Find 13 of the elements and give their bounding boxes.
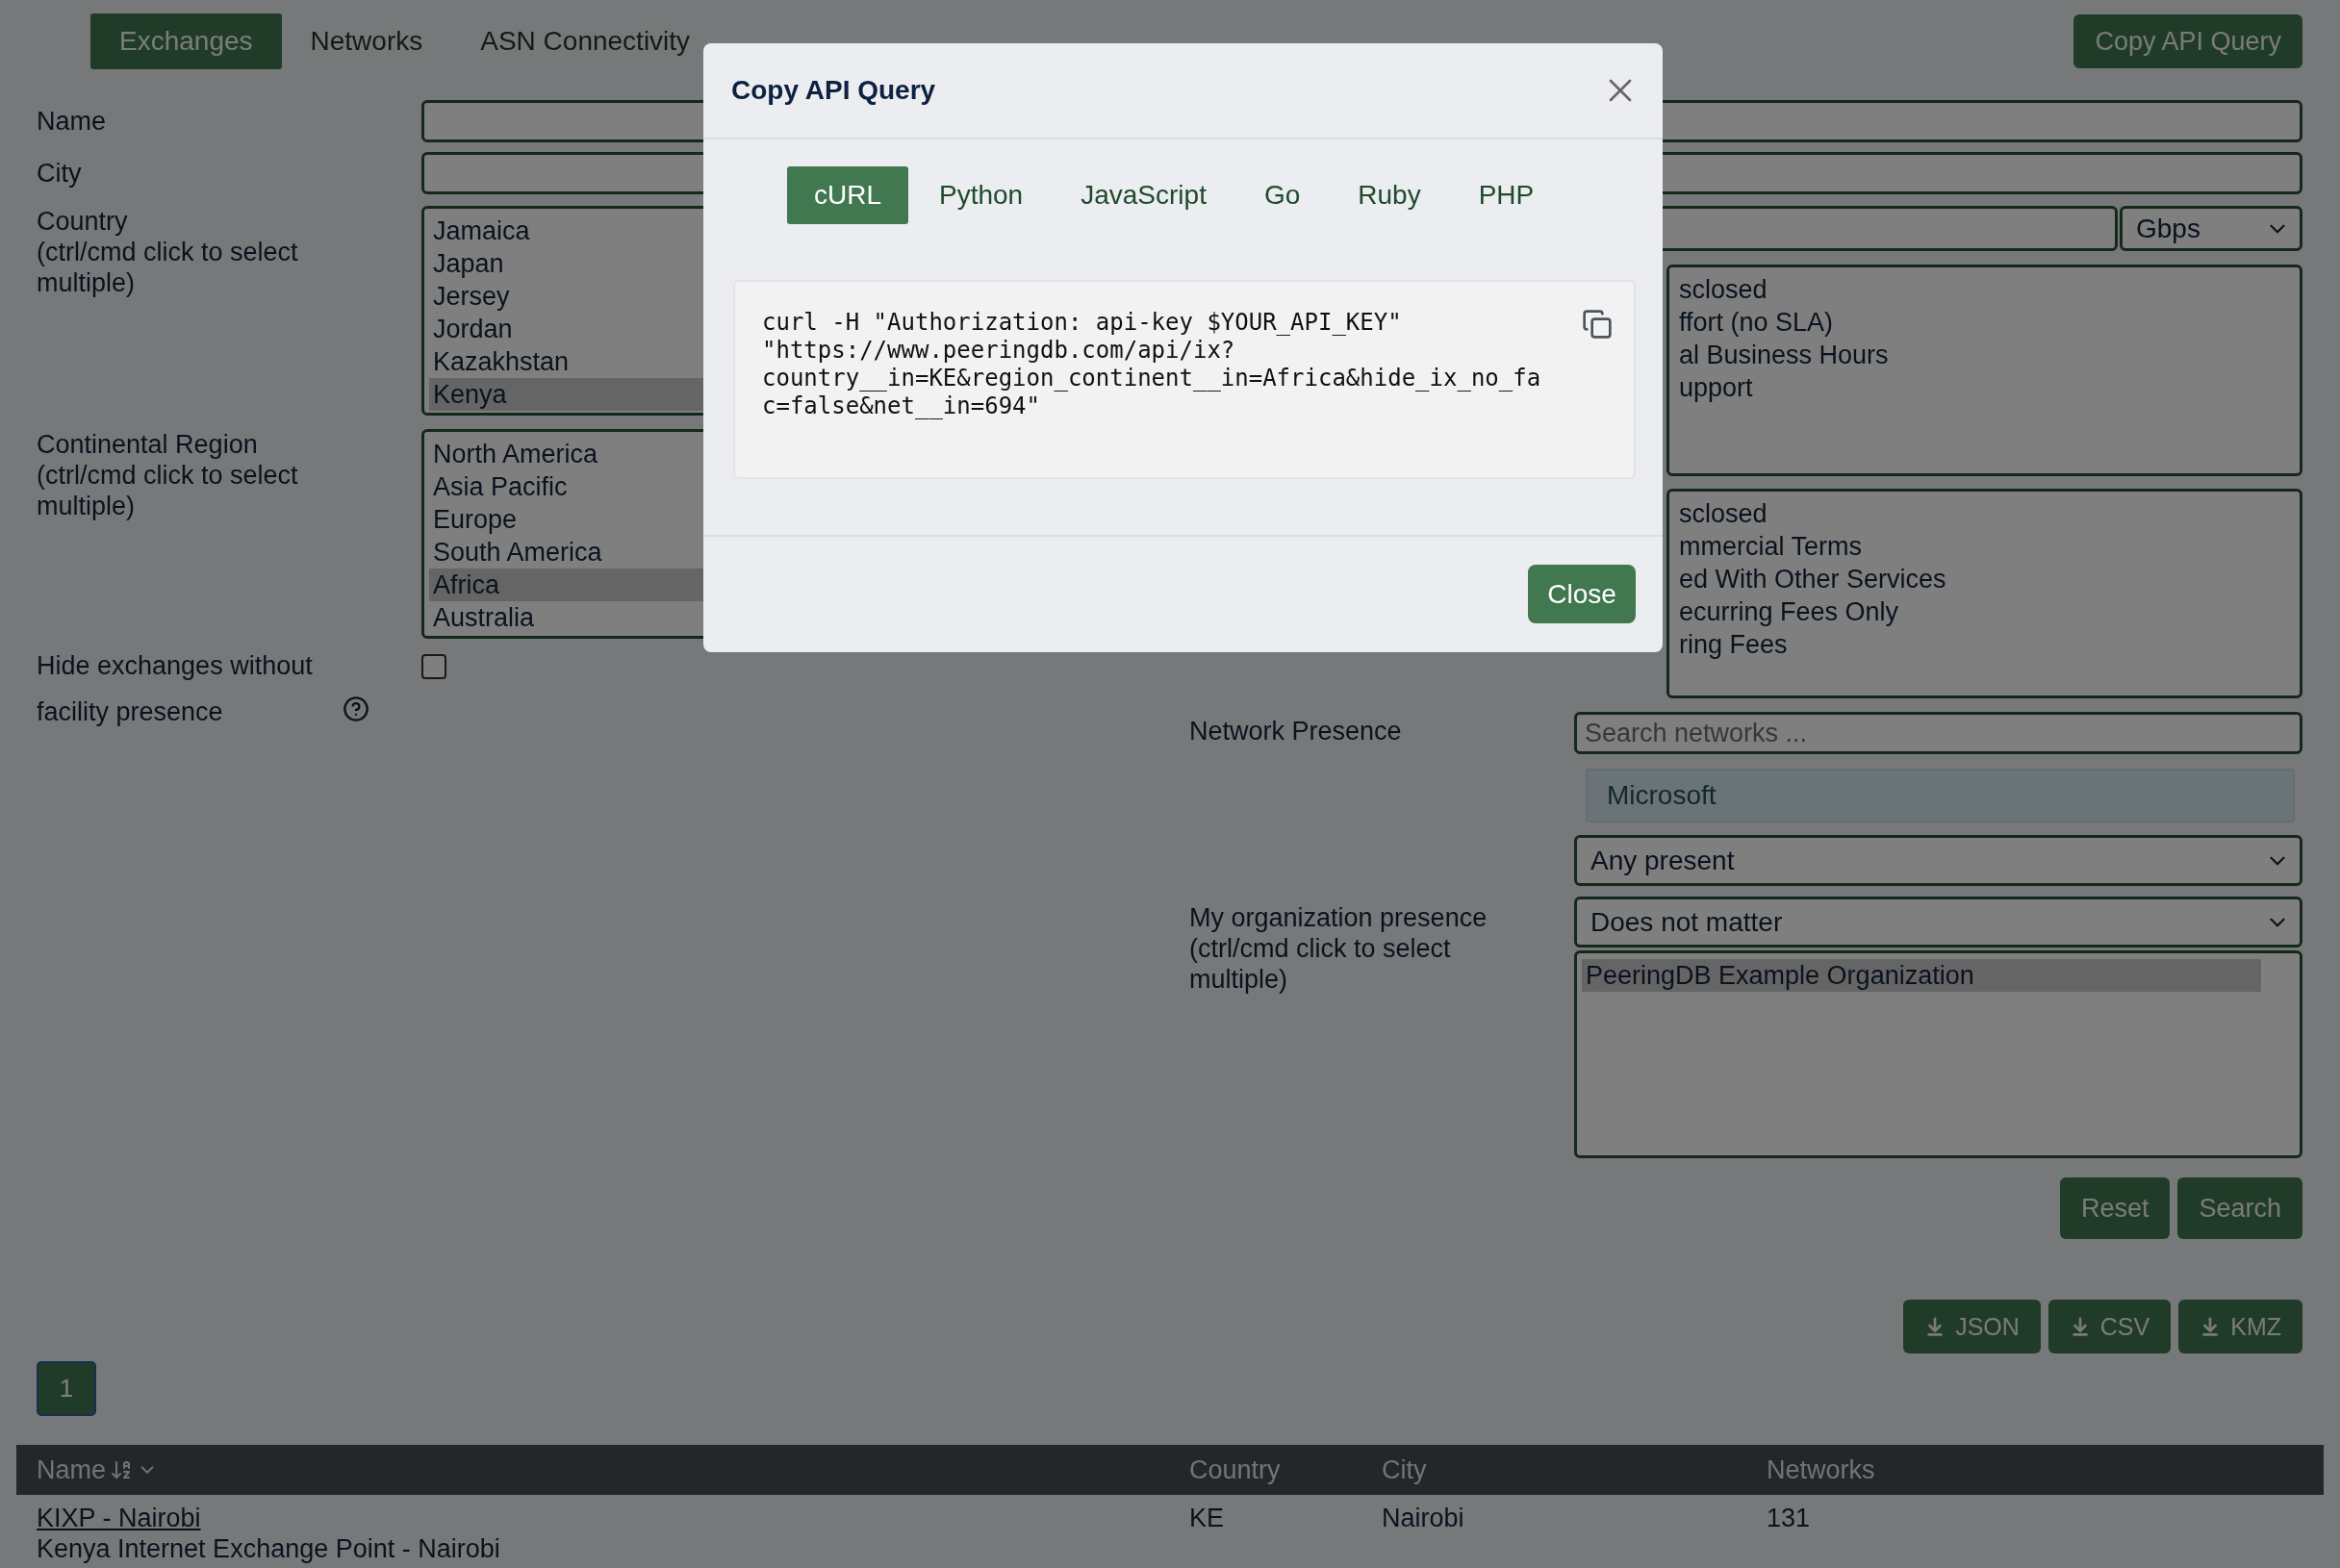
table-cell-text: Kenya Internet Exchange Point - Nairobi bbox=[37, 1533, 501, 1564]
table-cell-text: Nairobi bbox=[1382, 1503, 1465, 1534]
field-label: Country (ctrl/cmd click to select multiple) bbox=[37, 206, 299, 298]
field-label: Name bbox=[37, 106, 108, 137]
field-label: Network Presence bbox=[1189, 716, 1403, 747]
field-label: Continental Region (ctrl/cmd click to select multiple) bbox=[37, 429, 299, 521]
field-label: City bbox=[37, 158, 83, 189]
table-cell-text: KE bbox=[1189, 1503, 1226, 1534]
modal-title: Copy API Query bbox=[731, 75, 936, 106]
table-cell-text: 131 bbox=[1767, 1503, 1812, 1534]
code-text: curl -H "Authorization: api-key $YOUR_API_KEY" "https://www.peeringdb.com/api/ix? country__in=KE&region_continent__in=Africa&hide_ix_no_fa c=false&net__in=694" bbox=[762, 309, 1541, 420]
field-label: Hide exchanges without facility presence bbox=[37, 650, 314, 728]
field-label: My organization presence (ctrl/cmd click to select multiple) bbox=[1189, 902, 1488, 995]
